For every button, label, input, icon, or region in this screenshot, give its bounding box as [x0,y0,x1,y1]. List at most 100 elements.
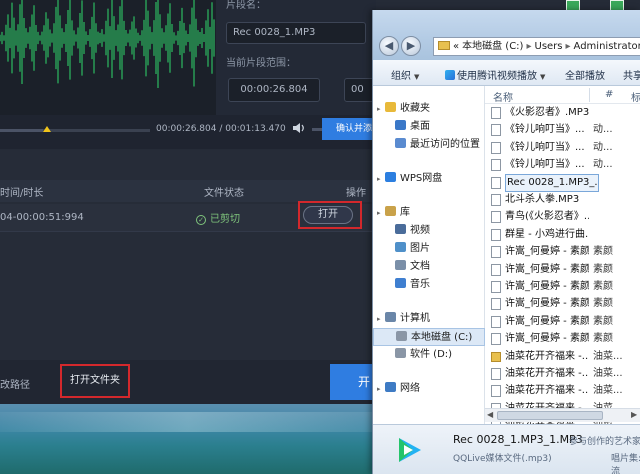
volume-slider[interactable] [312,128,322,131]
nav-item[interactable]: 音乐 [373,276,485,294]
audio-file-icon [491,141,501,154]
file-extra-column: 动... [593,141,613,153]
change-path-link[interactable]: 改路径 [0,376,30,391]
nav-item[interactable]: ▸ WPS网盘 [373,170,485,188]
audio-file-icon [491,159,501,172]
file-extra-column: 动... [593,159,613,171]
audio-file-icon [491,124,501,137]
navigation-pane: ▸ 收藏夹 桌面 最近访问的位置 ▸ WPS网盘 ▸ 库视频 图片 文档 音乐 ▸ 计算机 本地磁盘 (C… [373,86,485,424]
details-album-text: 唱片集: [611,454,640,464]
col-number-header[interactable]: # [605,89,613,100]
file-list-item[interactable]: Rec 0028_1.MP3_... [485,173,640,192]
scrollbar-thumb[interactable] [497,411,603,420]
expand-arrow-icon[interactable]: ▸ [377,170,385,188]
playhead-marker[interactable] [43,126,51,132]
desktop-icon [395,120,406,130]
library-icon [385,206,396,216]
open-file-button[interactable]: 打开 [303,206,353,224]
nav-item[interactable]: 图片 [373,240,485,258]
nav-item[interactable]: 本地磁盘 (C:) [373,328,485,346]
volume-icon[interactable] [292,122,306,134]
nav-item[interactable]: 桌面 [373,118,485,136]
expand-arrow-icon[interactable]: ▸ [377,204,385,222]
breadcrumb-separator: ▸ [565,41,571,52]
breadcrumb-users[interactable]: Users [535,41,563,52]
breadcrumb-administrator[interactable]: Administrator [574,41,640,52]
waveform-panel[interactable] [0,0,216,115]
file-list-item[interactable]: 许嵩_何曼婷 - 素颜... 素颜 [485,330,640,348]
nav-item-label: 软件 (D:) [410,349,453,360]
col-title-header[interactable]: 标 [631,89,640,104]
file-name: 青鸟(《火影忍者》... [505,211,589,223]
organize-label: 组织 [391,71,411,82]
play-with-tencent-menu[interactable]: 使用腾讯视频播放 ▼ [445,67,545,82]
nav-item[interactable]: ▸ 收藏夹 [373,100,485,118]
file-list-item[interactable]: 许嵩_何曼婷 - 素颜... 素颜 [485,243,640,261]
nav-item[interactable]: 视频 [373,222,485,240]
back-button[interactable]: ◀ [379,36,399,56]
organize-menu[interactable]: 组织 ▼ [391,67,419,82]
time-separator: / [219,124,223,134]
details-artist-label: 参与创作的艺术家 [569,437,640,447]
open-folder-button[interactable]: 打开文件夹 [60,364,130,398]
audio-file-icon [491,298,501,311]
address-bar[interactable]: «本地磁盘 (C:) ▸ Users ▸ Administrator [433,37,640,56]
file-list-item[interactable]: 青鸟(《火影忍者》... [485,208,640,226]
play-all-button[interactable]: 全部播放 [565,67,605,82]
file-list-item[interactable]: 《铃儿响叮当》... 动... [485,121,640,139]
nav-item[interactable]: 文档 [373,258,485,276]
expand-arrow-icon[interactable]: ▸ [377,380,385,398]
file-list-item[interactable]: 油菜花开齐福来 -... 油菜... [485,365,640,383]
col-name-header[interactable]: 名称 [493,89,513,104]
start-button[interactable]: 开 [330,364,376,400]
nav-item-label: 库 [400,207,410,218]
file-list-item[interactable]: 群星 - 小鸡进行曲.M... [485,226,640,244]
file-list-item[interactable]: 《铃儿响叮当》... 动... [485,139,640,157]
file-list-item[interactable]: 油菜花开齐福来 -... 油菜... [485,348,640,366]
play-with-label: 使用腾讯视频播放 [457,71,537,82]
file-list-item[interactable]: 北斗杀人拳.MP3 [485,191,640,209]
nav-item[interactable]: ▸ 计算机 [373,310,485,328]
file-list-item[interactable]: 许嵩_何曼婷 - 素颜... 素颜 [485,313,640,331]
audio-file-icon [491,315,501,328]
file-list-item[interactable]: 许嵩_何曼婷 - 素颜... 素颜 [485,295,640,313]
document-icon [395,260,406,270]
file-explorer-window: ◀ ▶ «本地磁盘 (C:) ▸ Users ▸ Administrator 组织 ▼ 使… [372,10,640,474]
nav-item-label: 计算机 [400,313,430,324]
explorer-titlebar: ◀ ▶ «本地磁盘 (C:) ▸ Users ▸ Administrator [373,10,640,60]
nav-item[interactable]: 最近访问的位置 [373,136,485,154]
scroll-right-icon[interactable]: ▶ [631,410,637,419]
expand-arrow-icon[interactable]: ▸ [377,310,385,328]
nav-item[interactable]: ▸ 网络 [373,380,485,398]
file-list-item[interactable]: 油菜花开齐福来 -... 油菜... [485,382,640,400]
nav-item[interactable]: 软件 (D:) [373,346,485,364]
breadcrumb-drive[interactable]: 本地磁盘 (C:) [462,41,523,52]
chevron-down-icon: ▼ [540,73,546,81]
qqlive-logo-icon [399,438,421,462]
horizontal-scrollbar[interactable]: ◀ ▶ [485,408,640,422]
column-divider[interactable] [589,88,590,102]
file-list: 名称 # 标 《火影忍者》.MP3 《铃儿响叮当》... 动... 《铃儿响叮当》..… [485,86,640,424]
scroll-left-icon[interactable]: ◀ [487,410,493,419]
range-start-input[interactable]: 00:00:26.804 [228,78,320,102]
details-pane: Rec 0028_1.MP3_1.MP3 参与创作的艺术家 QQLive媒体文件… [373,424,640,474]
share-menu[interactable]: 共享 [623,67,640,82]
file-list-item[interactable]: 《火影忍者》.MP3 [485,104,640,122]
file-name: 《铃儿响叮当》... [505,124,585,136]
file-list-item[interactable]: 许嵩_何曼婷 - 素颜... 素颜 [485,278,640,296]
current-time: 00:00:26.804 [156,124,217,134]
row-time: 04-00:00:51:994 [0,212,84,223]
cloud-icon [385,172,396,182]
expand-arrow-icon[interactable]: ▸ [377,100,385,118]
file-name: 油菜花开齐福来 -... [505,350,589,362]
forward-button[interactable]: ▶ [401,36,421,56]
segment-name-input[interactable]: Rec 0028_1.MP3 [226,22,366,44]
file-list-item[interactable]: 许嵩_何曼婷 - 素颜... 素颜 [485,261,640,279]
computer-icon [385,312,396,322]
playback-track[interactable] [0,129,150,132]
nav-item-label: 文档 [410,261,430,272]
nav-item-label: 收藏夹 [400,103,430,114]
nav-item[interactable]: ▸ 库 [373,204,485,222]
file-list-item[interactable]: 《铃儿响叮当》... 动... [485,156,640,174]
breadcrumb-separator: ▸ [526,41,532,52]
